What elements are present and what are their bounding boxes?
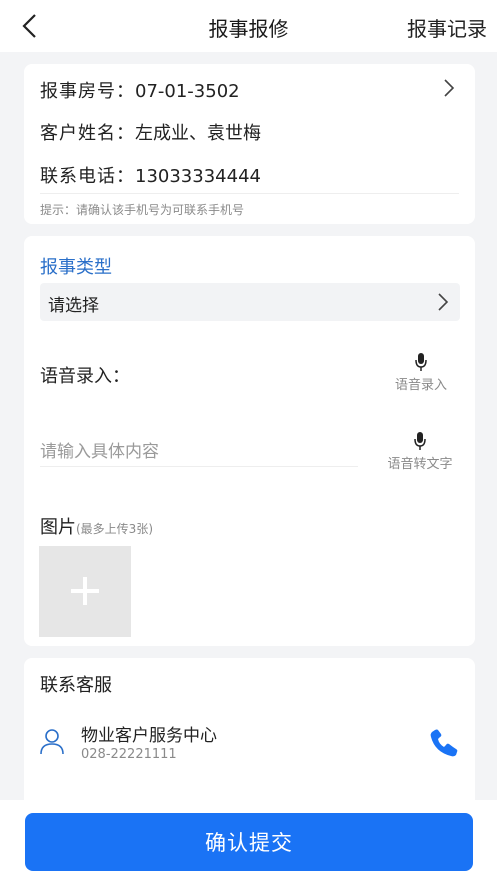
image-title-text: 图片 bbox=[40, 517, 76, 538]
content-input[interactable] bbox=[40, 438, 358, 467]
microphone-icon bbox=[414, 432, 426, 450]
submit-button[interactable]: 确认提交 bbox=[25, 813, 473, 871]
phone-icon[interactable] bbox=[428, 728, 458, 758]
bottom-bar: 确认提交 bbox=[0, 800, 497, 883]
report-type-value: 请选择 bbox=[48, 296, 99, 316]
report-type-title: 报事类型 bbox=[40, 257, 112, 278]
plus-icon bbox=[71, 577, 99, 605]
report-form-card: 报事类型 请选择 语音录入： 语音录入 语音转文字 图片(最多上传3张) bbox=[24, 236, 475, 646]
chevron-right-icon bbox=[438, 293, 449, 311]
name-label: 客户姓名： bbox=[40, 123, 135, 144]
voice-to-text-button[interactable]: 语音转文字 bbox=[380, 431, 460, 472]
phone-hint: 提示：请确认该手机号为可联系手机号 bbox=[40, 203, 245, 217]
service-center-phone: 028-22221111 bbox=[81, 747, 177, 762]
phone-label: 联系电话： bbox=[40, 166, 135, 187]
voice-input-label: 语音录入： bbox=[40, 366, 130, 387]
microphone-icon bbox=[415, 353, 427, 371]
voice-input-caption: 语音录入 bbox=[394, 378, 447, 393]
chevron-right-icon[interactable] bbox=[442, 78, 456, 98]
customer-name-row: 客户姓名：左成业、袁世梅 bbox=[40, 119, 261, 145]
report-records-link[interactable]: 报事记录 bbox=[407, 13, 487, 42]
customer-service-title: 联系客服 bbox=[40, 675, 112, 696]
customer-service-card: 联系客服 物业客户服务中心 028-22221111 bbox=[24, 658, 475, 808]
room-label: 报事房号： bbox=[40, 81, 135, 102]
room-row[interactable]: 报事房号：07-01-3502 bbox=[40, 77, 240, 103]
service-center-name: 物业客户服务中心 bbox=[81, 726, 217, 746]
image-limit: (最多上传3张) bbox=[76, 522, 153, 536]
image-title: 图片(最多上传3张) bbox=[40, 513, 153, 539]
room-value: 07-01-3502 bbox=[135, 81, 240, 102]
divider bbox=[40, 193, 459, 194]
report-type-select[interactable]: 请选择 bbox=[40, 283, 460, 321]
phone-value: 13033334444 bbox=[135, 166, 261, 187]
voice-to-text-caption: 语音转文字 bbox=[387, 457, 453, 472]
nav-bar: 报事报修 报事记录 bbox=[0, 0, 497, 52]
phone-row: 联系电话：13033334444 bbox=[40, 162, 261, 188]
report-info-card: 报事房号：07-01-3502 客户姓名：左成业、袁世梅 联系电话：130333… bbox=[24, 64, 475, 224]
name-value: 左成业、袁世梅 bbox=[135, 123, 261, 144]
add-image-button[interactable] bbox=[39, 546, 131, 637]
user-icon bbox=[40, 729, 64, 755]
voice-input-button[interactable]: 语音录入 bbox=[388, 352, 454, 393]
